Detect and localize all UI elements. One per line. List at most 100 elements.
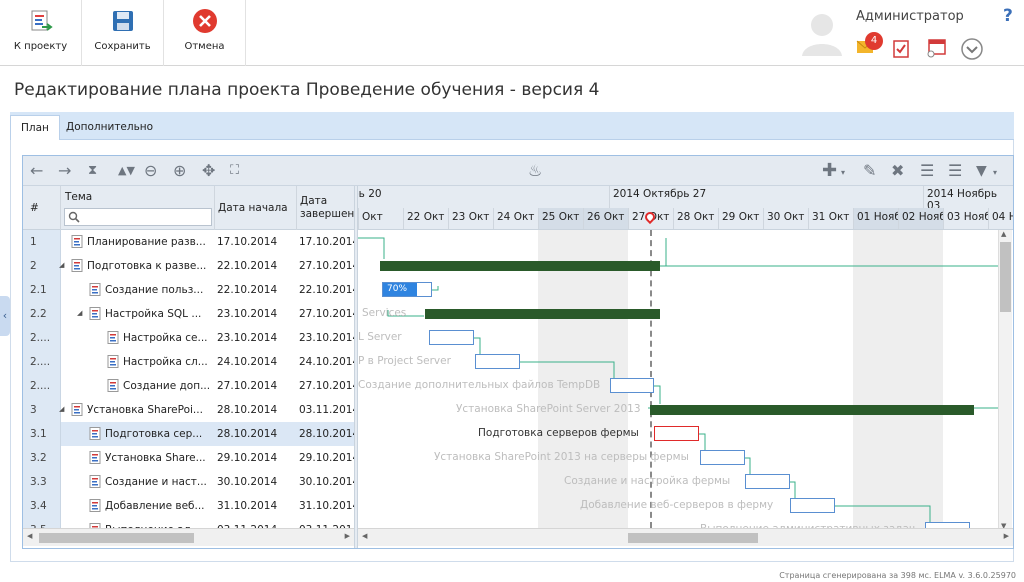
table-row[interactable]: 2.... Создание доп... 27.10.2014 27.10.2014 <box>23 374 354 398</box>
chart-horizontal-scrollbar[interactable]: ◀ ▶ <box>358 528 1013 546</box>
zoom-in-icon[interactable]: ⊕ <box>173 161 186 181</box>
expand-toggle-icon[interactable]: ◢ <box>59 405 64 413</box>
tab-bar: План Дополнительно <box>10 112 1014 140</box>
tasks-icon[interactable] <box>892 38 910 61</box>
dependency-link <box>745 457 751 474</box>
chart-label: Создание дополнительных файлов TempDB <box>358 379 601 391</box>
progress-bar[interactable]: 70% <box>382 282 432 297</box>
col-end-header[interactable]: Дата завершения <box>297 186 354 230</box>
summary-bar[interactable] <box>650 405 974 415</box>
summary-bar[interactable] <box>425 309 660 319</box>
fit-screen-icon[interactable]: ⛶ <box>230 161 239 181</box>
save-button[interactable]: Сохранить <box>82 0 164 66</box>
move-icon[interactable]: ✥ <box>202 161 215 181</box>
tab-plan[interactable]: План <box>10 115 60 140</box>
table-row[interactable]: 2.... Настройка сл... 24.10.2014 24.10.2014 <box>23 350 354 374</box>
row-start-date: 24.10.2014 <box>217 356 278 368</box>
vertical-scroll-thumb[interactable] <box>1000 242 1011 312</box>
indent-icon[interactable]: ☰ <box>948 161 962 181</box>
row-start-date: 17.10.2014 <box>217 236 278 248</box>
tab-additional[interactable]: Дополнительно <box>56 115 163 140</box>
table-row[interactable]: 3.4 Добавление веб... 31.10.2014 31.10.2014 <box>23 494 354 518</box>
expand-all-icon[interactable]: ▲▼ <box>118 161 135 181</box>
filter-icon[interactable]: ▼ <box>976 161 987 181</box>
table-row[interactable]: 3.1 Подготовка сер... 28.10.2014 28.10.2014 <box>23 422 354 446</box>
avatar[interactable] <box>800 8 844 59</box>
add-task-icon[interactable]: ✚ <box>822 161 837 181</box>
chevron-down-icon[interactable] <box>961 38 983 63</box>
table-row[interactable]: 3 ◢ Установка SharePoi... 28.10.2014 03.11.2… <box>23 398 354 422</box>
row-number: 2.2 <box>23 302 61 326</box>
filter-dropdown-icon[interactable]: ▾ <box>993 163 997 183</box>
row-end-date: 30.10.2014 <box>299 476 354 488</box>
vertical-scrollbar[interactable]: ▲ ▼ <box>998 230 1012 530</box>
expand-toggle-icon[interactable]: ◢ <box>77 309 82 317</box>
project-back-icon <box>28 8 54 34</box>
table-row[interactable]: 2.2 ◢ Настройка SQL ... 23.10.2014 27.10.201… <box>23 302 354 326</box>
row-start-date: 28.10.2014 <box>217 428 278 440</box>
row-topic: Настройка се... <box>123 332 208 344</box>
row-number: 1 <box>23 230 61 254</box>
grid-horizontal-scrollbar[interactable]: ◀ ▶ <box>23 528 354 546</box>
collapse-left-icon[interactable]: ‹ <box>0 296 10 336</box>
row-number: 2.1 <box>23 278 61 302</box>
table-row[interactable]: 2.... Настройка се... 23.10.2014 23.10.2014 <box>23 326 354 350</box>
col-start-header[interactable]: Дата начала <box>215 186 297 230</box>
edit-icon[interactable]: ✎ <box>863 161 876 181</box>
day-header: 26 Окт <box>583 208 628 229</box>
floppy-disk-icon <box>110 8 136 34</box>
task-bar[interactable] <box>475 354 520 369</box>
topic-search-input[interactable] <box>64 208 212 226</box>
add-dropdown-icon[interactable]: ▾ <box>841 163 845 183</box>
help-button[interactable]: ? <box>1003 6 1013 26</box>
day-header: 23 Окт <box>448 208 493 229</box>
chart-scroll-thumb[interactable] <box>628 533 758 543</box>
table-row[interactable]: 2.1 Создание польз... 22.10.2014 22.10.2014 <box>23 278 354 302</box>
row-start-date: 27.10.2014 <box>217 380 278 392</box>
row-end-date: 31.10.2014 <box>299 500 354 512</box>
row-number: 2.... <box>23 326 61 350</box>
to-project-button[interactable]: К проекту <box>0 0 82 66</box>
row-number: 3.1 <box>23 422 61 446</box>
row-end-date: 23.10.2014 <box>299 332 354 344</box>
calendar-icon[interactable] <box>926 38 948 61</box>
arrow-right-icon[interactable]: → <box>58 161 71 181</box>
week-label: рь 20 <box>358 188 382 200</box>
row-topic: Подготовка сер... <box>105 428 203 440</box>
table-row[interactable]: 1 Планирование разв... 17.10.2014 17.10.201… <box>23 230 354 254</box>
task-bar[interactable] <box>429 330 474 345</box>
chart-label: Р в Project Server <box>358 355 451 367</box>
table-row[interactable]: 2 ◢ Подготовка к разве... 22.10.2014 27.10.2… <box>23 254 354 278</box>
row-topic: Создание польз... <box>105 284 204 296</box>
table-row[interactable]: 3.3 Создание и наст... 30.10.2014 30.10.201… <box>23 470 354 494</box>
task-bar[interactable] <box>745 474 790 489</box>
summary-bar[interactable] <box>380 261 660 271</box>
row-end-date: 27.10.2014 <box>299 380 354 392</box>
row-end-date: 24.10.2014 <box>299 356 354 368</box>
task-bar[interactable] <box>700 450 745 465</box>
chart-label: L Server <box>358 331 402 343</box>
row-topic: Подготовка к разве... <box>87 260 207 272</box>
delete-icon[interactable]: ✖ <box>891 161 904 181</box>
task-bar[interactable] <box>790 498 835 513</box>
cancel-button[interactable]: Отмена <box>164 0 246 66</box>
task-bar[interactable] <box>654 426 699 441</box>
table-row[interactable]: 3.5Выполнение ад...03.11.201403.11.2014 <box>23 518 354 528</box>
row-end-date: 22.10.2014 <box>299 284 354 296</box>
dependency-link <box>654 385 661 404</box>
zoom-out-icon[interactable]: ⊖ <box>144 161 157 181</box>
col-num-header[interactable]: # <box>23 186 61 230</box>
collapse-all-icon[interactable]: ⧗ <box>88 161 97 181</box>
expand-toggle-icon[interactable]: ◢ <box>59 261 64 269</box>
row-number: 3.3 <box>23 470 61 494</box>
arrow-left-icon[interactable]: ← <box>30 161 43 181</box>
grid-header: # Тема Дата начала Дата завершения <box>23 186 354 230</box>
row-number: 2.... <box>23 350 61 374</box>
grid-scroll-thumb[interactable] <box>39 533 194 543</box>
outdent-icon[interactable]: ☰ <box>920 161 934 181</box>
table-row[interactable]: 3.2 Установка Share... 29.10.2014 29.10.201… <box>23 446 354 470</box>
page-footer: Страница сгенерирована за 398 мс. ELMA v… <box>779 571 1016 580</box>
task-bar[interactable] <box>610 378 654 393</box>
user-name[interactable]: Администратор <box>856 9 964 24</box>
flame-icon[interactable]: ♨ <box>528 161 542 181</box>
